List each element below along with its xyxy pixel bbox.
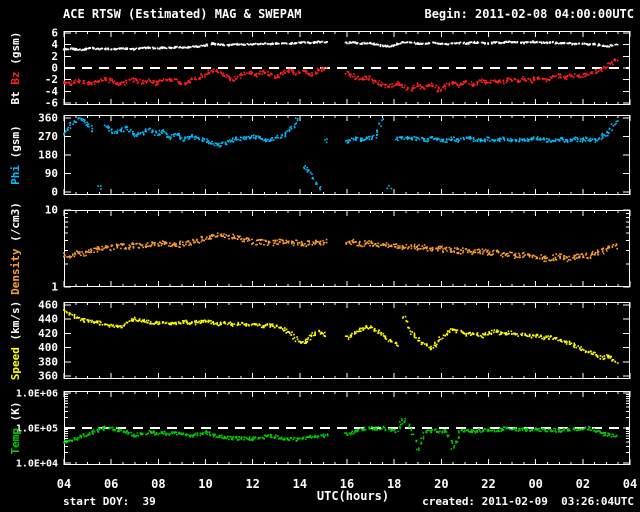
x-tick-label: 00 (528, 477, 542, 491)
x-tick-label: 22 (481, 477, 495, 491)
y-tick-label: 360 (38, 112, 58, 125)
x-tick-label: 02 (576, 477, 590, 491)
x-tick-label: 08 (151, 477, 165, 491)
y-tick-label: 460 (38, 299, 58, 312)
y-tick-label: 1.0E+06 (16, 389, 58, 400)
ace-rtsw-swepam-plot: 6 4 2 0 -2 -4 -6 Bt Bz (gsm) 360 270 180 90 0 Phi (gs… (0, 0, 640, 512)
x-tick-label: 10 (198, 477, 212, 491)
temp-axis-label: Temp (K) (9, 402, 22, 455)
y-tick-label: -6 (45, 97, 59, 110)
start-doy-label: start DOY: 39 (63, 495, 156, 508)
y-tick-label: 400 (38, 341, 58, 354)
y-tick-label: 1.0E+04 (16, 459, 58, 470)
density-series (63, 232, 618, 263)
y-tick-label: 180 (38, 149, 58, 162)
bz-series (63, 58, 619, 93)
y-tick-label: 90 (45, 167, 58, 180)
bt-series (63, 40, 619, 52)
speed-axis-label: Speed (km/s) (9, 301, 22, 381)
created-timestamp: created: 2011-02-09 03:26:04UTC (422, 495, 634, 508)
x-tick-label: 14 (293, 477, 307, 491)
x-tick-label: 04 (57, 477, 71, 491)
y-tick-label: 10 (45, 204, 58, 217)
temp-series (63, 417, 618, 451)
x-tick-label: 06 (104, 477, 118, 491)
y-tick-label: 380 (38, 355, 58, 368)
y-tick-label: 270 (38, 130, 58, 143)
y-tick-label: 1 (51, 281, 58, 294)
begin-timestamp: Begin: 2011-02-08 04:00:00UTC (424, 7, 634, 21)
density-axis-label: Density (/cm3) (9, 202, 22, 295)
x-tick-label: 04 (623, 477, 637, 491)
y-tick-label: 440 (38, 313, 58, 326)
y-tick-label: 360 (38, 370, 58, 383)
y-tick-label: 420 (38, 327, 58, 340)
plot-title: ACE RTSW (Estimated) MAG & SWEPAM (63, 7, 302, 21)
y-tick-label: 1.0E+05 (16, 424, 58, 435)
phi-series (63, 117, 619, 191)
phi-axis-label: Phi (gsm) (9, 125, 22, 185)
x-axis-label: UTC(hours) (317, 489, 389, 503)
speed-series (63, 308, 619, 364)
x-tick-label: 20 (434, 477, 448, 491)
y-tick-label: 0 (51, 186, 58, 199)
x-tick-label: 12 (245, 477, 259, 491)
bt_bz-axis-label: Bt Bz (gsm) (9, 32, 22, 105)
chart-canvas: 6420-2-4-6Bt Bz (gsm)360270180900Phi (gs… (9, 27, 637, 504)
